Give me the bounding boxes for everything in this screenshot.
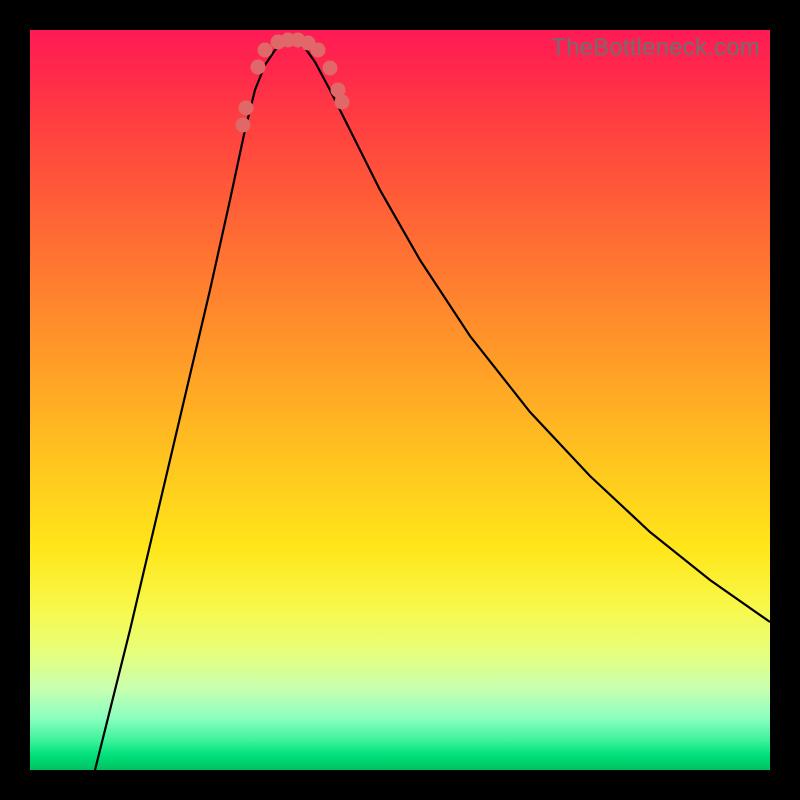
curve-marker [311,43,326,58]
bottleneck-curve [95,42,770,770]
curve-marker [258,43,273,58]
curve-layer [30,30,770,770]
curve-marker [323,61,338,76]
curve-marker [335,95,350,110]
chart-frame: TheBottleneck.com [30,30,770,770]
curve-markers [236,33,350,133]
curve-marker [236,118,251,133]
curve-marker [251,60,266,75]
watermark-text: TheBottleneck.com [551,34,760,62]
curve-marker [239,101,254,116]
